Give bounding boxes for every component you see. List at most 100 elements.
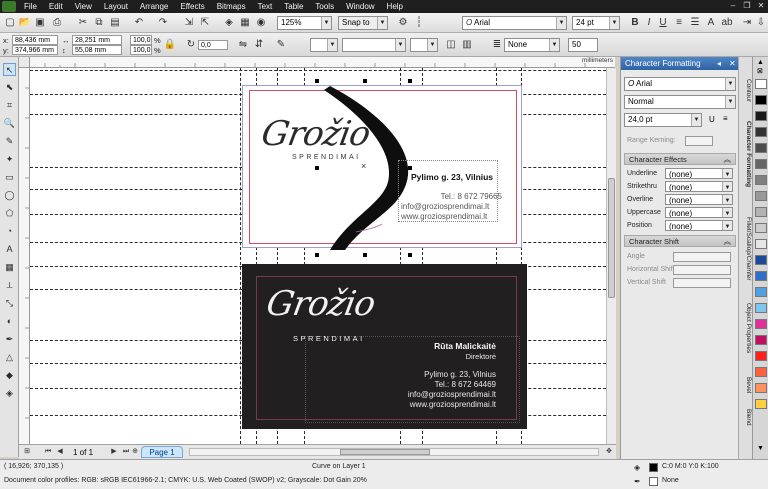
menu-view[interactable]: View (69, 0, 98, 13)
underline-icon[interactable]: U (709, 115, 715, 124)
italic-icon[interactable]: I (642, 16, 656, 30)
tab-character-formatting[interactable]: Character Formatting (740, 121, 752, 211)
docker-close-icon[interactable]: ✕ (729, 59, 736, 68)
paste-icon[interactable]: ▤ (108, 16, 122, 30)
tab-fillet-scallop-chamfer[interactable]: Fillet/Scallop/Chamfer (740, 217, 752, 297)
font-list-icon[interactable]: ≡ (723, 114, 728, 123)
palette-swatch[interactable] (755, 399, 767, 409)
y-position-field[interactable]: 374,966 mm (12, 45, 58, 55)
palette-swatch[interactable] (755, 351, 767, 361)
color-profile-info[interactable]: Document color profiles: RGB: sRGB IEC61… (4, 477, 367, 484)
blend-tool-icon[interactable]: ◐ (3, 315, 16, 328)
wrap-text-icon[interactable]: ▥ (460, 38, 474, 52)
close-icon[interactable]: ✕ (756, 1, 766, 11)
palette-swatch[interactable] (755, 303, 767, 313)
fill-color-swatch[interactable] (649, 463, 658, 472)
palette-swatch[interactable] (755, 383, 767, 393)
cut-icon[interactable]: ✂ (76, 16, 90, 30)
edit-text-icon[interactable]: ✎ (274, 38, 288, 52)
menu-text[interactable]: Text (252, 0, 279, 13)
next-page-icon[interactable]: ▶ (109, 447, 119, 457)
rotation-icon[interactable]: ↻ (184, 38, 198, 52)
menu-edit[interactable]: Edit (43, 0, 69, 13)
scrollbar-thumb[interactable] (340, 449, 430, 455)
x-position-field[interactable]: 88,436 mm (12, 35, 58, 45)
dimension-tool-icon[interactable]: ⟂ (3, 279, 16, 292)
interactive-fill-icon[interactable]: ◈ (3, 387, 16, 400)
horizontal-scrollbar[interactable] (189, 448, 599, 456)
range-kerning-field[interactable] (685, 136, 713, 146)
palette-scroll-down-icon[interactable]: ▼ (757, 445, 764, 452)
palette-swatch[interactable] (755, 175, 767, 185)
palette-swatch[interactable] (755, 79, 767, 89)
guideline-horizontal[interactable] (30, 70, 606, 71)
undo-icon[interactable]: ↶ (132, 16, 146, 30)
rotation-angle-field[interactable]: 0,0 (198, 40, 228, 50)
uppercase-select[interactable]: (none) ▼ (665, 207, 733, 218)
shape-tool-icon[interactable]: ⬉ (3, 81, 16, 94)
tab-object-properties[interactable]: Object Properties (740, 303, 752, 373)
palette-swatch[interactable] (755, 143, 767, 153)
freehand-tool-icon[interactable]: ✎ (3, 135, 16, 148)
crop-tool-icon[interactable]: ⌗ (3, 99, 16, 112)
navigator-icon[interactable]: ✥ (604, 447, 614, 457)
export-icon[interactable]: ⇱ (198, 16, 212, 30)
width-field[interactable]: 28,251 mm (72, 35, 122, 45)
ruler-origin[interactable] (19, 57, 30, 68)
polygon-tool-icon[interactable]: ⬠ (3, 207, 16, 220)
print-icon[interactable]: ⎙ (50, 16, 64, 30)
application-launcher-icon[interactable]: ◈ (222, 16, 236, 30)
outline-width-icon[interactable]: ≣ (490, 38, 504, 52)
eyedropper-tool-icon[interactable]: ✒ (3, 333, 16, 346)
docker-style-select[interactable]: Normal ▼ (624, 95, 736, 109)
overline-select[interactable]: (none) ▼ (665, 194, 733, 205)
docker-collapse-icon[interactable]: ◂ (717, 59, 721, 68)
tab-bevel[interactable]: Bevel (740, 377, 752, 405)
guideline-vertical[interactable] (240, 68, 241, 444)
height-field[interactable]: 55,08 mm (72, 45, 122, 55)
no-color-icon[interactable]: ⊠ (757, 67, 763, 75)
restore-icon[interactable]: ❐ (742, 1, 752, 11)
underline-icon[interactable]: U (656, 16, 670, 30)
scale-height-field[interactable]: 100,0 (130, 45, 152, 55)
import-icon[interactable]: ⇲ (182, 16, 196, 30)
tab-page-1[interactable]: Page 1 (141, 446, 183, 458)
horizontal-ruler[interactable]: millimeters (30, 57, 615, 68)
menu-window[interactable]: Window (340, 0, 380, 13)
palette-swatch[interactable] (755, 95, 767, 105)
welcome-screen-icon[interactable]: ▦ (238, 16, 252, 30)
redo-icon[interactable]: ↷ (156, 16, 170, 30)
font-family-select[interactable]: O Arial ▼ (462, 16, 567, 30)
horizontal-shift-field[interactable] (673, 265, 731, 275)
corel-online-icon[interactable]: ◉ (254, 16, 268, 30)
table-tool-icon[interactable]: ▦ (3, 261, 16, 274)
text-tool-icon[interactable]: A (3, 243, 16, 256)
position-select[interactable]: (none) ▼ (665, 220, 733, 231)
new-document-icon[interactable]: ▢ (3, 16, 17, 30)
options-icon[interactable]: ⚙ (396, 16, 410, 30)
text-edit-icon[interactable]: ab (720, 16, 734, 30)
palette-swatch[interactable] (755, 223, 767, 233)
open-icon[interactable]: 📂 (18, 16, 32, 30)
palette-swatch[interactable] (755, 111, 767, 121)
document-navigator-icon[interactable]: ⊞ (22, 447, 32, 457)
menu-file[interactable]: File (18, 0, 43, 13)
menu-help[interactable]: Help (381, 0, 409, 13)
vertical-shift-field[interactable] (673, 278, 731, 288)
palette-swatch[interactable] (755, 335, 767, 345)
line-style-select[interactable]: ▼ (342, 38, 406, 52)
menu-tools[interactable]: Tools (309, 0, 340, 13)
minimize-icon[interactable]: – (728, 1, 738, 11)
palette-swatch[interactable] (755, 207, 767, 217)
basic-shapes-icon[interactable]: ◔ (3, 225, 16, 238)
vertical-scrollbar[interactable] (606, 68, 616, 444)
pick-tool-icon[interactable]: ↖ (3, 63, 16, 76)
mirror-vertical-icon[interactable]: ⇵ (252, 38, 266, 52)
save-icon[interactable]: ▣ (33, 16, 47, 30)
font-size-select[interactable]: 24 pt ▼ (572, 16, 620, 30)
docker-font-select[interactable]: O Arial ▼ (624, 77, 736, 91)
close-curve-icon[interactable]: ◫ (444, 38, 458, 52)
mirror-horizontal-icon[interactable]: ⇋ (236, 38, 250, 52)
palette-swatch[interactable] (755, 159, 767, 169)
palette-swatch[interactable] (755, 319, 767, 329)
